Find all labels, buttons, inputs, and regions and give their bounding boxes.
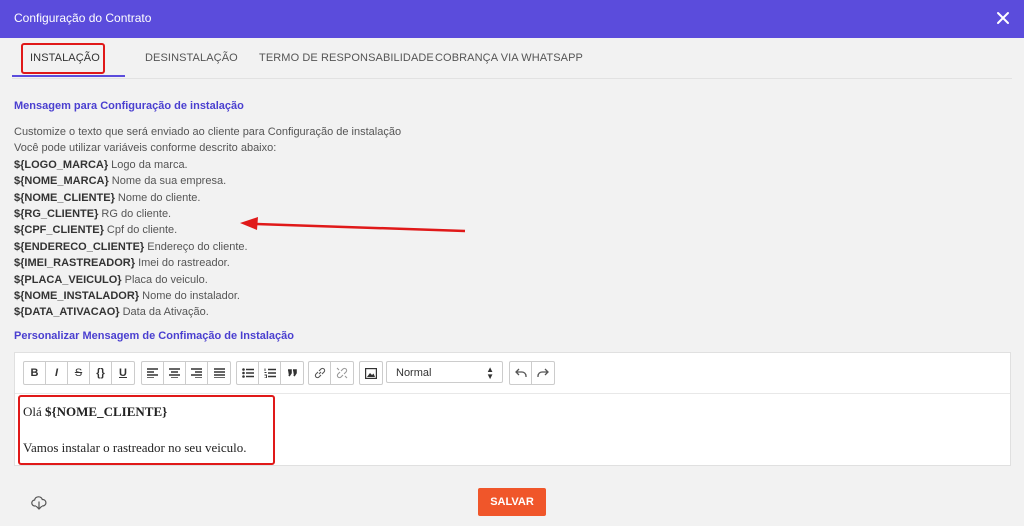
align-right-icon[interactable] (186, 362, 208, 384)
link-icon[interactable] (309, 362, 331, 384)
format-select[interactable]: Normal ▲ ▼ (386, 361, 503, 383)
bold-button[interactable]: B (24, 362, 46, 384)
save-button[interactable]: SALVAR (478, 488, 546, 516)
numbered-list-icon[interactable] (259, 362, 281, 384)
history-group (509, 361, 555, 385)
underline-button[interactable]: U (112, 362, 134, 384)
text-style-group: B I S {} U (23, 361, 135, 385)
image-icon[interactable] (360, 362, 382, 384)
code-button[interactable]: {} (90, 362, 112, 384)
redo-icon[interactable] (532, 362, 554, 384)
image-group (359, 361, 383, 385)
link-group (308, 361, 354, 385)
align-left-icon[interactable] (142, 362, 164, 384)
cloud-download-icon[interactable] (31, 495, 47, 511)
align-justify-icon[interactable] (208, 362, 230, 384)
quote-icon[interactable] (281, 362, 303, 384)
align-center-icon[interactable] (164, 362, 186, 384)
unlink-icon[interactable] (331, 362, 353, 384)
annotation-box-editor (18, 395, 275, 465)
alignment-group (141, 361, 231, 385)
select-arrows-icon: ▲ ▼ (486, 365, 494, 381)
editor-divider (15, 393, 1010, 394)
undo-icon[interactable] (510, 362, 532, 384)
italic-button[interactable]: I (46, 362, 68, 384)
strikethrough-button[interactable]: S (68, 362, 90, 384)
bullet-list-icon[interactable] (237, 362, 259, 384)
list-group (236, 361, 304, 385)
section-title-personalizar: Personalizar Mensagem de Confimação de I… (14, 330, 294, 342)
